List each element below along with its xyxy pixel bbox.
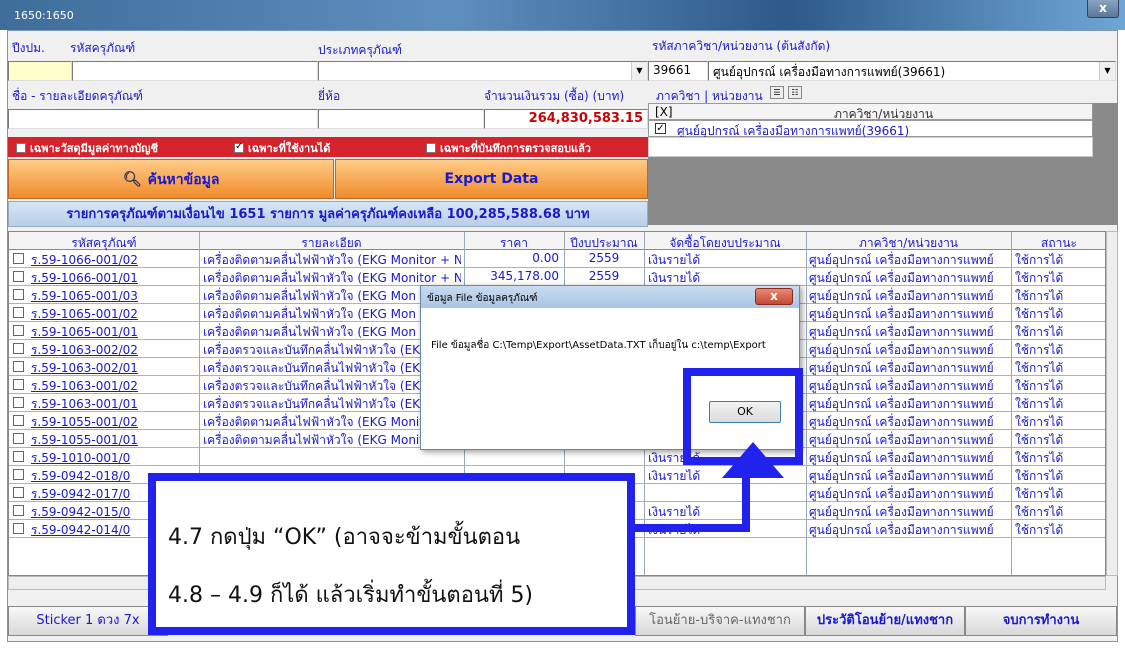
grid-header: รหัสครุภัณฑ์ รายละเอียด ราคา ปีงบประมาณ … [9,232,1105,250]
year-label: ปีงปม. [12,41,45,55]
row-checkbox[interactable] [13,361,24,372]
search-button[interactable]: 🔍︎ ค้นหาข้อมูล [8,159,334,199]
select-all-toggle[interactable]: [X] [655,105,673,119]
collapse-icon[interactable]: ☷ [788,86,802,99]
callout-line-1: 4.7 กดปุ่ม “OK” (อาจจะข้ามขั้นตอน [168,525,521,550]
expand-icon[interactable]: ☰ [770,86,784,99]
dept-table-header: [X] ภาควิชา/หน่วยงาน [648,103,1093,121]
callout-line-2: 4.8 – 4.9 ก็ได้ แล้วเริ่มทำขั้นตอนที่ 5) [168,583,534,608]
row-checkbox[interactable] [13,505,24,516]
brand-label: ยี่ห้อ [318,89,341,103]
chevron-down-icon[interactable]: ▼ [1099,62,1115,80]
row-checkbox[interactable] [13,469,24,480]
instruction-callout: 4.7 กดปุ่ม “OK” (อาจจะข้ามขั้นตอน 4.8 – … [148,473,635,635]
row-checkbox[interactable] [13,253,24,264]
history-button[interactable]: ประวัติโอนย้าย/แทงชาก [805,606,965,636]
dept-code-label: รหัสภาควิชา/หน่วยงาน (ต้นสังกัด) [652,39,831,53]
row-checkbox[interactable] [13,325,24,336]
filter-accounting-checkbox[interactable]: เฉพาะวัสดุมีมูลค่าทางบัญชี [16,139,158,157]
sticker-button[interactable]: Sticker 1 ดวง 7x [8,606,168,636]
filter-inspected-label: เฉพาะที่บันทึกการตรวจสอบแล้ว [440,142,591,155]
table-cell: ใช้การได้ [1015,523,1064,537]
asset-type-label: ประเภทครุภัณฑ์ [318,43,402,57]
row-checkbox[interactable] [13,379,24,390]
row-checkbox[interactable] [13,343,24,354]
summary-bar: รายการครุภัณฑ์ตามเงื่อนไข 1651 รายการ มู… [8,201,648,227]
transfer-button[interactable]: โอนย้าย-บริจาค-แทงชาก [635,606,805,636]
vertical-scrollbar[interactable] [1106,231,1118,576]
filter-inspected-checkbox[interactable]: เฉพาะที่บันทึกการตรวจสอบแล้ว [426,139,591,157]
table-row[interactable]: ร.59-1066-001/02 เครื่องติดตามคลื่นไฟฟ้าห… [9,250,1105,268]
filter-usable-label: เฉพาะที่ใช้งานได้ [248,142,331,155]
chevron-down-icon[interactable]: ▼ [631,62,647,80]
filter-usable-checkbox[interactable]: เฉพาะที่ใช้งานได้ [234,139,330,157]
finish-button[interactable]: จบการทำงาน [965,606,1117,636]
search-icon: 🔍︎ [122,170,142,188]
column-divider [1011,232,1012,575]
dialog-close-button[interactable]: x [755,288,793,305]
dialog-message: File ข้อมูลชื่อ C:\Temp\Export\AssetData… [431,340,766,351]
row-checkbox[interactable] [13,289,24,300]
table-row[interactable]: ร.59-1010-001/0 เงินรายได้ ศูนย์อุปกรณ์ เค… [9,448,1105,466]
checkbox-checked-icon[interactable] [234,141,244,153]
dept-name-value: ศูนย์อุปกรณ์ เครื่องมือทางการแพทย์(39661… [713,65,946,79]
dept-table-row[interactable]: ✓ ศูนย์อุปกรณ์ เครื่องมือทางการแพทย์(396… [648,120,1093,138]
brand-input[interactable] [318,109,484,129]
checkbox-icon[interactable] [16,143,26,153]
connector-line [635,524,750,532]
asset-code-label: รหัสครุภัณฑ์ [70,41,136,55]
window-close-button[interactable]: x [1087,0,1119,18]
connector-line [742,474,750,532]
row-checkbox[interactable] [13,397,24,408]
name-detail-label: ชื่อ - รายละเอียดครุภัณฑ์ [12,89,143,103]
row-checkbox[interactable] [13,415,24,426]
row-checkbox[interactable] [13,451,24,462]
title-bar: 1650:1650 x [0,0,1125,30]
search-button-label: ค้นหาข้อมูล [147,172,220,188]
table-cell: 2559 [588,251,620,265]
export-button[interactable]: Export Data [335,159,648,199]
asset-type-select[interactable]: ▼ [318,61,648,81]
table-row[interactable]: ร.59-1066-001/01 เครื่องติดตามคลื่นไฟฟ้าห… [9,268,1105,286]
year-input[interactable] [8,61,72,81]
dialog-title: ข้อมูล File ข้อมูลครุภัณฑ์ [421,286,799,308]
row-checkbox[interactable] [13,523,24,534]
checkbox-checked-icon[interactable]: ✓ [655,123,666,134]
filter-accounting-label: เฉพาะวัสดุมีมูลค่าทางบัญชี [30,142,159,155]
row-checkbox[interactable] [13,271,24,282]
table-cell: 2559 [588,269,620,283]
column-divider [806,232,807,575]
dept-name-select[interactable]: ศูนย์อุปกรณ์ เครื่องมือทางการแพทย์(39661… [708,61,1116,81]
row-checkbox[interactable] [13,487,24,498]
dept-code-input[interactable]: 39661 [648,61,708,81]
table-cell: 345,178.00 [490,269,559,283]
checkbox-icon[interactable] [426,143,436,153]
row-checkbox[interactable] [13,433,24,444]
table-cell: ศูนย์อุปกรณ์ เครื่องมือทางการแพทย์ [809,523,994,537]
dept-table: [X] ภาควิชา/หน่วยงาน ✓ ศูนย์อุปกรณ์ เครื… [648,103,1118,225]
asset-code-input[interactable] [72,61,318,81]
dept-table-empty-row [648,137,1093,157]
total-amount-field: 264,830,583.15 [484,109,648,129]
table-cell: 0.00 [532,251,559,265]
filter-bar: เฉพาะวัสดุมีมูลค่าทางบัญชี เฉพาะที่ใช้งา… [8,137,648,157]
name-detail-input[interactable] [8,109,318,129]
arrow-icon [722,442,784,478]
row-checkbox[interactable] [13,307,24,318]
total-amount-label: จำนวนเงินรวม (ซื้อ) (บาท) [484,89,625,103]
window-title: 1650:1650 [14,9,74,22]
